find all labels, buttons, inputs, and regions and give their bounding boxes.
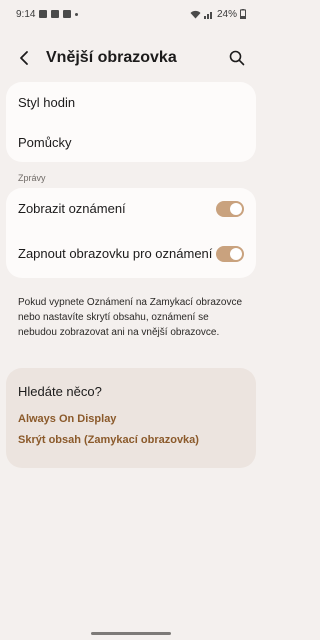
battery-icon [240,9,246,19]
back-button[interactable] [14,48,34,68]
notifications-card: Zobrazit oznámení Zapnout obrazovku pro … [6,188,256,278]
status-bar: 9:14 24% [0,0,262,28]
toggle-knob [230,203,242,215]
clock-style-item[interactable]: Styl hodin [6,82,256,122]
status-time: 9:14 [16,8,36,20]
show-notifications-toggle[interactable] [216,201,244,217]
show-notifications-label: Zobrazit oznámení [18,200,126,216]
suggestions-title: Hledáte něco? [18,384,102,399]
app-header: Vnější obrazovka [0,40,262,76]
battery-percent: 24% [216,8,237,20]
info-description: Pokud vypnete Oznámení na Zamykací obraz… [18,297,243,338]
search-button[interactable] [226,47,248,69]
youtube-notification-icon [51,10,60,18]
turn-on-screen-label: Zapnout obrazovku pro oznámení [18,245,213,261]
home-indicator[interactable] [91,632,171,635]
show-notifications-item[interactable]: Zobrazit oznámení [6,188,256,230]
search-icon [229,50,245,66]
hide-content-lock-screen-link[interactable]: Skrýt obsah (Zamykací obrazovka) [18,434,244,446]
status-right: 24% [190,9,246,20]
notifications-section-label: Zprávy [18,173,46,183]
turn-on-screen-item[interactable]: Zapnout obrazovku pro oznámení [6,230,256,278]
back-arrow-icon [20,51,28,65]
toggle-knob [230,248,242,260]
youtube-notification-icon-2 [63,10,72,18]
widgets-label: Pomůcky [18,134,72,150]
clock-style-label: Styl hodin [18,94,76,110]
more-notifications-icon [75,12,79,16]
status-left: 9:14 [16,8,79,20]
widgets-item[interactable]: Pomůcky [6,122,256,162]
always-on-display-link[interactable]: Always On Display [18,413,244,425]
gallery-notification-icon [39,10,48,18]
page-title: Vnější obrazovka [46,49,177,66]
suggestions-card: Hledáte něco? Always On Display Skrýt ob… [6,368,256,468]
turn-on-screen-toggle[interactable] [216,246,244,262]
wifi-icon [190,10,201,18]
settings-group-card: Styl hodin Pomůcky [6,82,256,162]
signal-icon [203,11,212,19]
